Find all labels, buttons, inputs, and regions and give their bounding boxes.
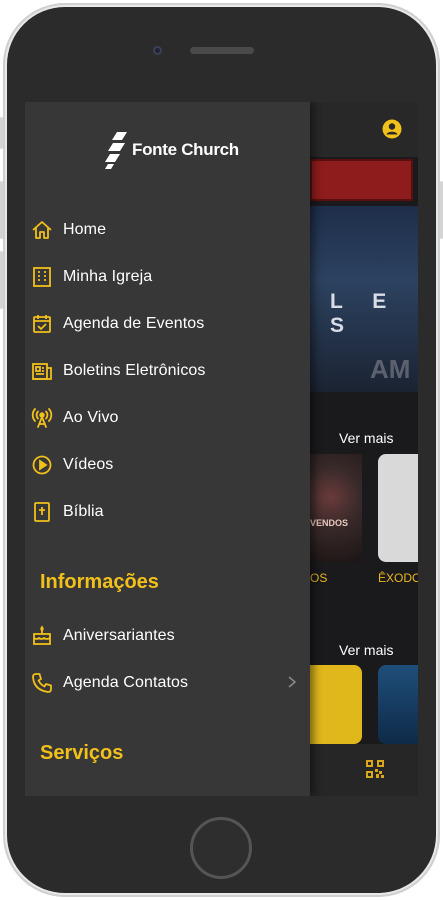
menu-item-videos[interactable]: Vídeos: [25, 445, 310, 485]
menu-item-boletins[interactable]: Boletins Eletrônicos: [25, 351, 310, 391]
section-title-informacoes: Informações: [40, 571, 159, 593]
menu-item-label: Home: [63, 221, 107, 238]
fonte-church-logo-icon: [105, 132, 127, 169]
navigation-drawer: Fonte Church Home Minha Igreja Agenda de…: [25, 102, 310, 796]
menu-item-biblia[interactable]: Bíblia: [25, 492, 310, 532]
calendar-check-icon: [31, 313, 53, 335]
menu-item-label: Boletins Eletrônicos: [63, 362, 206, 379]
chevron-right-icon: [287, 675, 297, 694]
media-card-caption: ÊXODO: [378, 571, 418, 585]
menu-item-aniversariantes[interactable]: Aniversariantes: [25, 616, 310, 656]
section-title-servicos: Serviços: [40, 742, 124, 764]
building-icon: [31, 266, 53, 288]
app-screen: L E S AM Ver mais VENDOS OS ÊXODO Ver ma…: [25, 102, 418, 796]
menu-item-label: Minha Igreja: [63, 268, 153, 285]
hero-subtext: AM: [370, 354, 411, 384]
menu-item-label: Agenda Contatos: [63, 674, 189, 691]
phone-icon: [31, 672, 53, 694]
media-card[interactable]: [378, 665, 418, 744]
speaker-grille: [190, 47, 254, 54]
home-icon: [31, 219, 53, 241]
volume-down-button: [0, 251, 3, 309]
hero-text: L E S: [330, 290, 399, 337]
media-card-overlay-text: VENDOS: [310, 518, 349, 528]
menu-item-label: Ao Vivo: [63, 409, 119, 426]
menu-item-home[interactable]: Home: [25, 210, 310, 250]
menu-item-agenda-contatos[interactable]: Agenda Contatos: [25, 663, 310, 703]
media-card[interactable]: [310, 665, 362, 744]
brand-logo: Fonte Church: [105, 130, 239, 170]
media-card-caption: OS: [310, 571, 328, 585]
bible-icon: [31, 501, 53, 523]
play-circle-icon: [31, 454, 53, 476]
media-card[interactable]: VENDOS: [310, 454, 362, 562]
hero-banner[interactable]: L E S AM: [310, 206, 418, 392]
menu-item-agenda-eventos[interactable]: Agenda de Eventos: [25, 304, 310, 344]
menu-item-label: Vídeos: [63, 456, 114, 473]
ver-mais-link[interactable]: Ver mais: [339, 642, 393, 658]
mute-switch: [0, 117, 3, 149]
broadcast-icon: [31, 407, 53, 429]
volume-up-button: [0, 181, 3, 239]
qr-code-icon[interactable]: [366, 760, 384, 783]
menu-item-label: Aniversariantes: [63, 627, 175, 644]
brand-name: Fonte Church: [132, 140, 239, 159]
user-profile-icon[interactable]: [382, 119, 402, 144]
ver-mais-link[interactable]: Ver mais: [339, 430, 393, 446]
menu-item-minha-igreja[interactable]: Minha Igreja: [25, 257, 310, 297]
newspaper-icon: [31, 360, 53, 382]
menu-item-ao-vivo[interactable]: Ao Vivo: [25, 398, 310, 438]
media-card[interactable]: [378, 454, 418, 562]
birthday-cake-icon: [31, 625, 53, 647]
menu-item-label: Bíblia: [63, 503, 104, 520]
menu-item-label: Agenda de Eventos: [63, 315, 205, 332]
camera-icon: [153, 46, 162, 55]
promo-banner[interactable]: [310, 159, 413, 201]
home-button[interactable]: [190, 817, 252, 879]
bottom-bar: [310, 744, 418, 796]
